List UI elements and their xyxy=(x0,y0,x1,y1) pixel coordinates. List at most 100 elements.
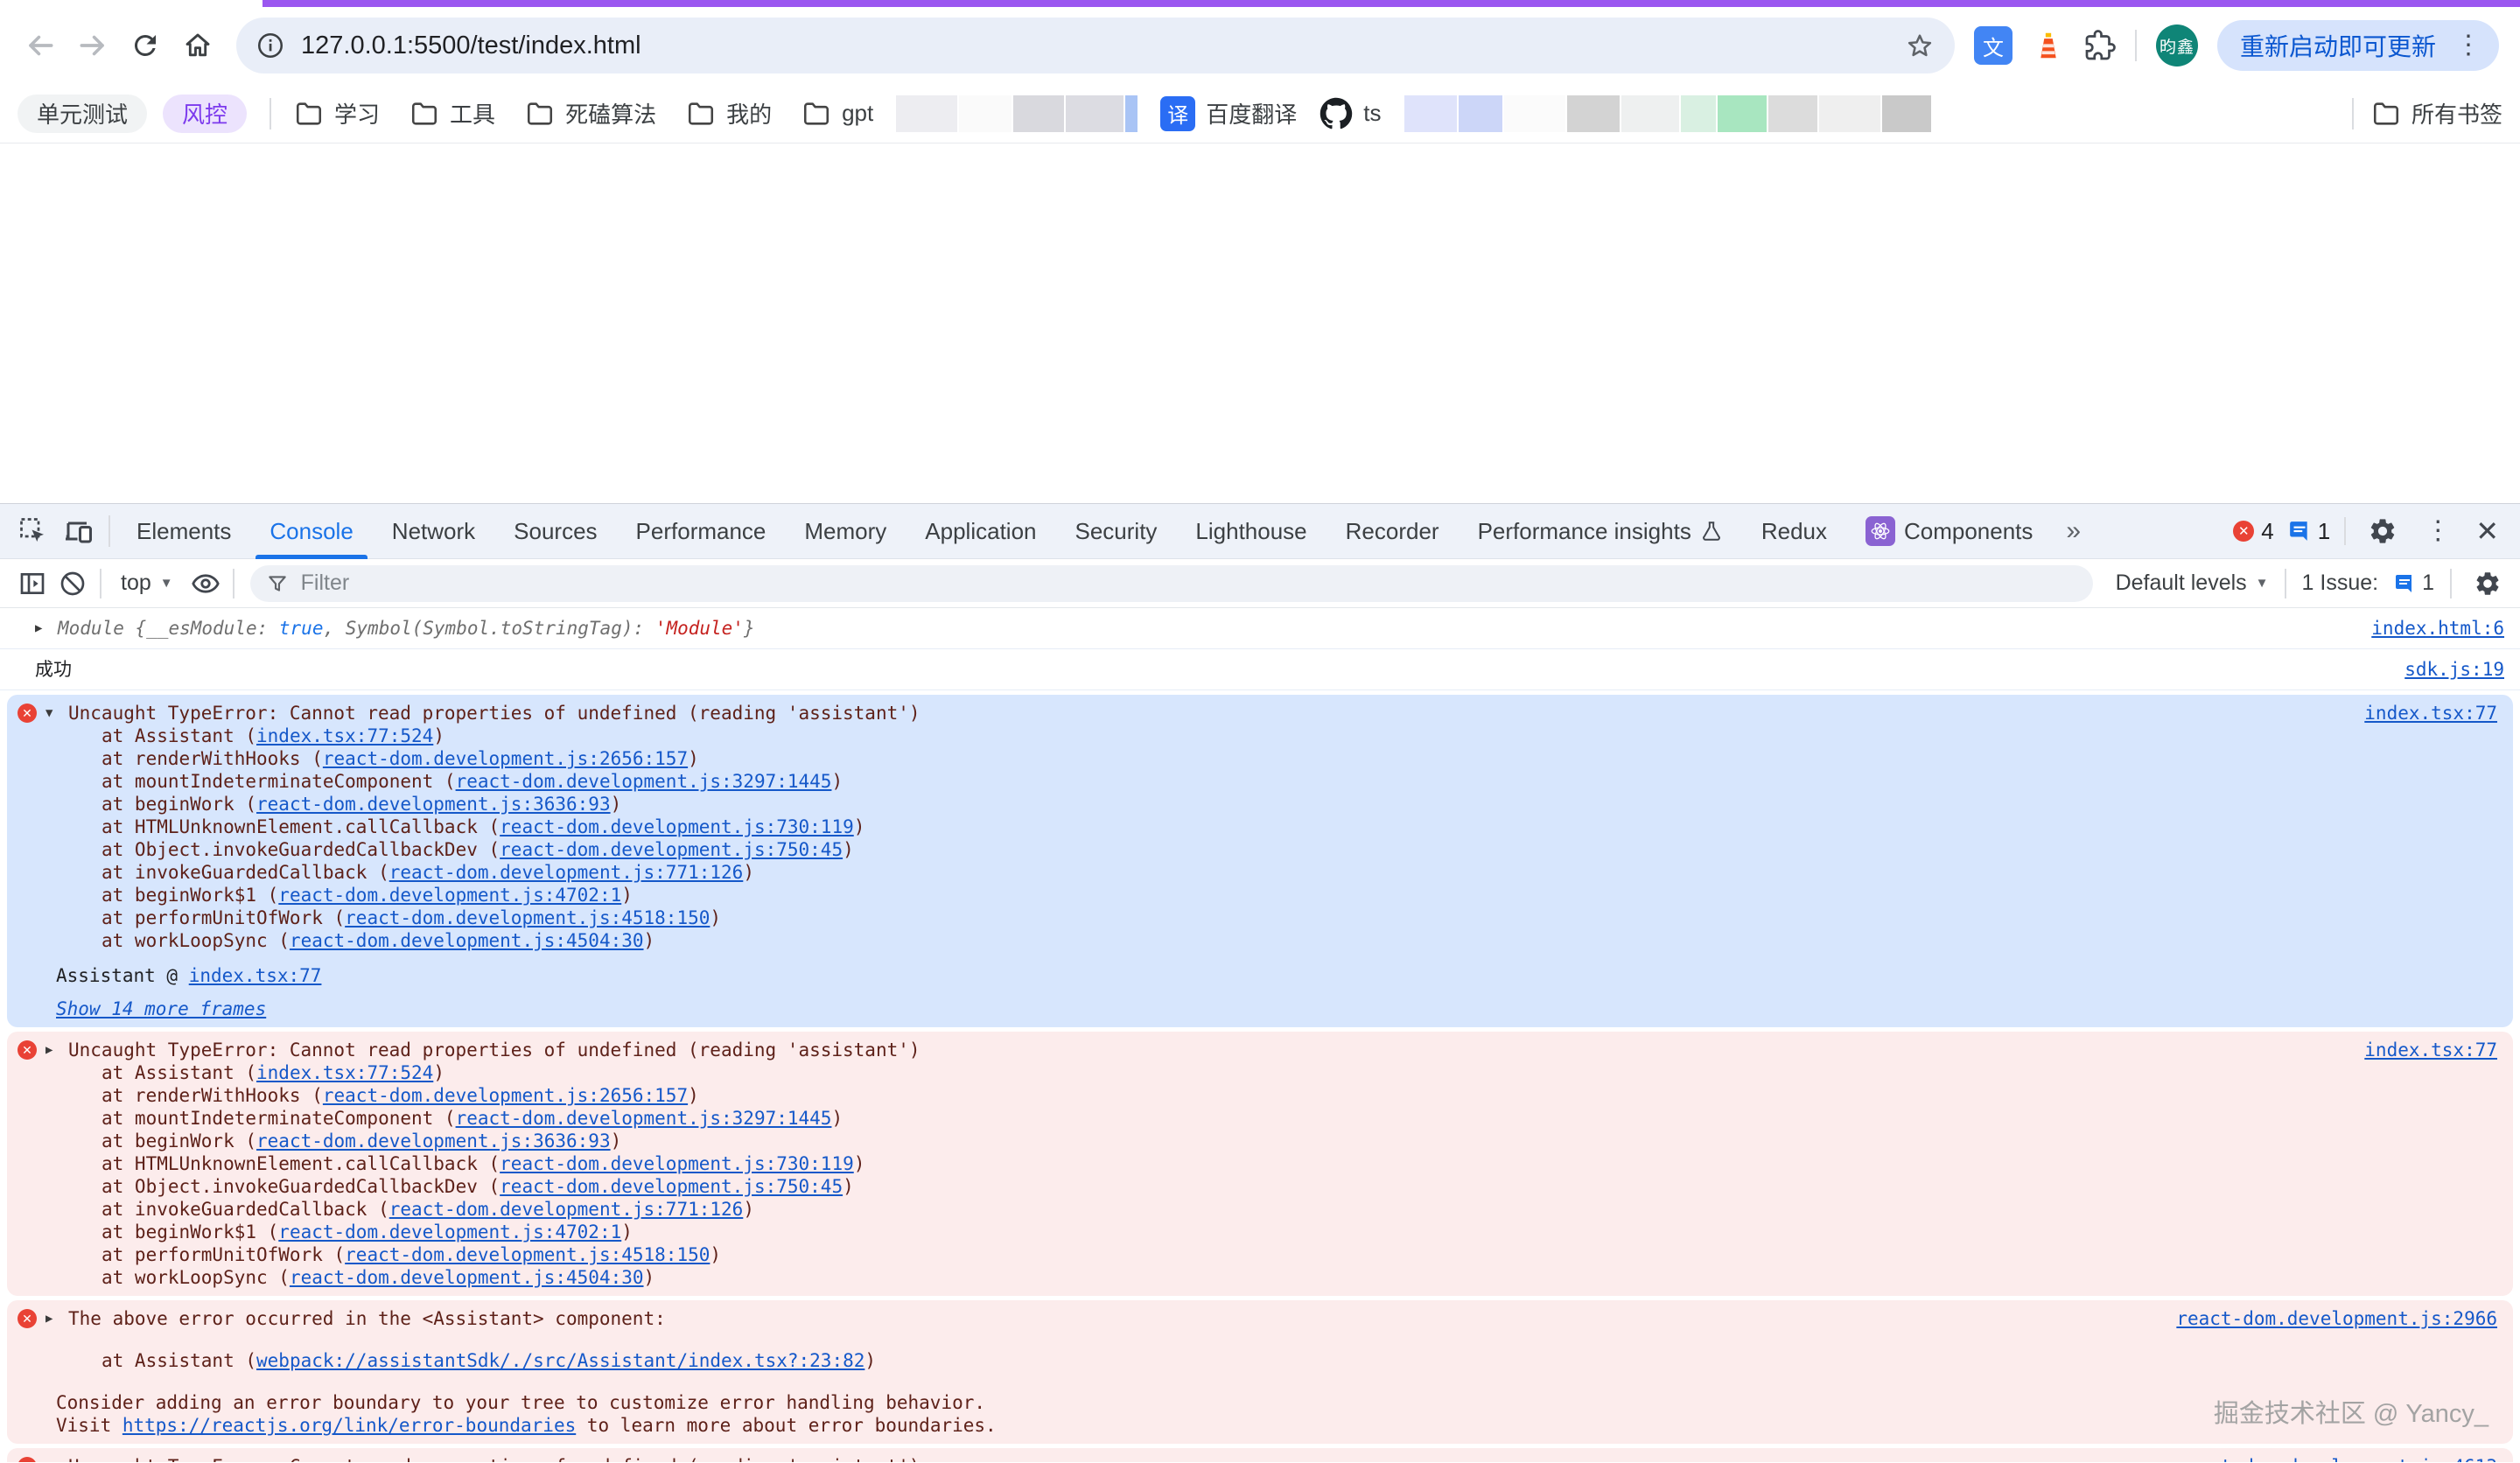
clear-console-icon[interactable] xyxy=(52,564,93,604)
stack-frame-link[interactable]: react-dom.development.js:3636:93 xyxy=(256,1130,611,1152)
console-message[interactable]: ▶Module {__esModule: true, Symbol(Symbol… xyxy=(0,608,2520,649)
console-settings-icon[interactable] xyxy=(2468,564,2508,604)
stack-frame-link[interactable]: react-dom.development.js:2656:157 xyxy=(323,748,688,769)
bookmark-folder-1[interactable]: 工具 xyxy=(410,97,495,130)
show-more-frames[interactable]: Show 14 more frames xyxy=(56,998,266,1019)
console-message[interactable]: ✕▶Uncaught TypeError: Cannot read proper… xyxy=(7,1448,2513,1462)
back-button[interactable] xyxy=(14,19,66,72)
tab-lighthouse[interactable]: Lighthouse xyxy=(1176,504,1326,559)
stack-frame-link[interactable]: react-dom.development.js:771:126 xyxy=(389,862,744,883)
issues-counter[interactable]: 1 xyxy=(2394,570,2434,596)
stack-frame-link[interactable]: react-dom.development.js:730:119 xyxy=(500,1153,854,1174)
stack-frame-link[interactable]: react-dom.development.js:4504:30 xyxy=(290,1267,644,1288)
site-info-icon[interactable] xyxy=(256,31,285,60)
devtools-menu-icon[interactable]: ⋮ xyxy=(2419,518,2456,544)
error-badge-icon: ✕ xyxy=(2233,521,2254,542)
source-link[interactable]: react-dom.development.js:2966 xyxy=(2141,1307,2497,1330)
flask-icon xyxy=(1700,518,1723,544)
stack-frame-link[interactable]: react-dom.development.js:4504:30 xyxy=(290,930,644,951)
device-toolbar-icon[interactable] xyxy=(56,508,102,554)
expand-caret[interactable]: ▶ xyxy=(35,617,58,640)
all-bookmarks-button[interactable]: 所有书签 xyxy=(2371,97,2502,130)
home-button[interactable] xyxy=(172,19,224,72)
tab-network[interactable]: Network xyxy=(373,504,494,559)
more-tabs-icon[interactable]: » xyxy=(2052,516,2095,546)
console-message[interactable]: ✕▶The above error occurred in the <Assis… xyxy=(7,1300,2513,1444)
error-count-badge[interactable]: ✕ 4 xyxy=(2233,518,2273,545)
bookmark-folder-4[interactable]: gpt xyxy=(802,97,873,130)
bookmark-pill-0[interactable]: 单元测试 xyxy=(18,94,147,133)
inspect-element-icon[interactable] xyxy=(10,508,56,554)
filter-input[interactable]: Filter xyxy=(250,565,2093,602)
stack-frame-link[interactable]: react-dom.development.js:2656:157 xyxy=(323,1085,688,1106)
stack-frame-link[interactable]: react-dom.development.js:750:45 xyxy=(500,1176,843,1197)
tab-application[interactable]: Application xyxy=(906,504,1055,559)
bookmark-pill-1[interactable]: 风控 xyxy=(163,94,247,133)
console-message[interactable]: ✕▼Uncaught TypeError: Cannot read proper… xyxy=(7,695,2513,1027)
tab-console[interactable]: Console xyxy=(250,504,372,559)
inline-link[interactable]: https://reactjs.org/link/error-boundarie… xyxy=(122,1415,576,1436)
translate-extension-icon[interactable]: 文 xyxy=(1974,26,2012,65)
expand-caret[interactable]: ▶ xyxy=(46,1455,68,1462)
live-expression-eye-icon[interactable] xyxy=(186,564,226,604)
stack-frame-link[interactable]: index.tsx:77:524 xyxy=(256,725,433,746)
stack-frame-link[interactable]: react-dom.development.js:4702:1 xyxy=(278,885,621,906)
bookmark-folder-3[interactable]: 我的 xyxy=(686,97,772,130)
tab-redux[interactable]: Redux xyxy=(1742,504,1846,559)
tab-performance[interactable]: Performance xyxy=(617,504,786,559)
stack-frame-link[interactable]: react-dom.development.js:4702:1 xyxy=(278,1222,621,1242)
bookmark-folder-0[interactable]: 学习 xyxy=(294,97,380,130)
stack-frame-link[interactable]: react-dom.development.js:750:45 xyxy=(500,839,843,860)
update-chrome-button[interactable]: 重新启动即可更新 ⋮ xyxy=(2217,20,2499,71)
stack-frame-link[interactable]: react-dom.development.js:3636:93 xyxy=(256,794,611,815)
bookmark-folder-2[interactable]: 死磕算法 xyxy=(525,97,656,130)
stack-frame: at mountIndeterminateComponent (react-do… xyxy=(18,770,2497,793)
bookmark-github-ts[interactable]: ts xyxy=(1320,97,1381,130)
bookmark-star-icon[interactable] xyxy=(1904,30,1936,61)
reload-button[interactable] xyxy=(119,19,172,72)
stack-frame-link[interactable]: react-dom.development.js:771:126 xyxy=(389,1199,744,1220)
stack-frame-link[interactable]: react-dom.development.js:3297:1445 xyxy=(456,1108,832,1129)
stack-frame-link[interactable]: react-dom.development.js:4518:150 xyxy=(345,907,710,928)
browser-menu-icon[interactable]: ⋮ xyxy=(2450,32,2487,59)
context-selector[interactable]: top ▼ xyxy=(108,570,186,596)
tab-sources[interactable]: Sources xyxy=(494,504,616,559)
tab-label: Lighthouse xyxy=(1195,518,1306,545)
forward-button[interactable] xyxy=(66,19,119,72)
tab-recorder[interactable]: Recorder xyxy=(1326,504,1459,559)
source-link[interactable]: index.tsx:77 xyxy=(2329,1039,2497,1061)
bookmark-baidu-translate[interactable]: 译 百度翻译 xyxy=(1160,96,1297,131)
console-sidebar-icon[interactable] xyxy=(12,564,52,604)
tab-security[interactable]: Security xyxy=(1056,504,1177,559)
stack-frame-link[interactable]: react-dom.development.js:4518:150 xyxy=(345,1244,710,1265)
tab-components[interactable]: Components xyxy=(1846,504,2052,559)
lighthouse-extension-icon[interactable] xyxy=(2032,29,2065,62)
stack-frame-link[interactable]: react-dom.development.js:730:119 xyxy=(500,816,854,837)
devtools-settings-icon[interactable] xyxy=(2360,508,2405,554)
devtools-close-icon[interactable]: ✕ xyxy=(2470,517,2504,545)
message-count-badge[interactable]: 1 xyxy=(2288,518,2330,545)
source-link[interactable]: sdk.js:19 xyxy=(2370,658,2504,681)
extensions-puzzle-icon[interactable] xyxy=(2084,30,2116,61)
log-levels-dropdown[interactable]: Default levels ▼ xyxy=(2116,570,2269,596)
tab-elements[interactable]: Elements xyxy=(117,504,250,559)
address-bar[interactable]: 127.0.0.1:5500/test/index.html xyxy=(236,18,1955,74)
stack-frame-link[interactable]: index.tsx:77:524 xyxy=(256,1062,433,1083)
url-text[interactable]: 127.0.0.1:5500/test/index.html xyxy=(301,32,1904,60)
profile-avatar[interactable]: 昀鑫 xyxy=(2156,24,2198,66)
expand-caret[interactable]: ▶ xyxy=(46,1307,68,1330)
origin-link[interactable]: index.tsx:77 xyxy=(189,965,322,986)
expand-caret[interactable]: ▼ xyxy=(46,702,68,724)
tab-memory[interactable]: Memory xyxy=(785,504,906,559)
console-message[interactable]: ✕▶Uncaught TypeError: Cannot read proper… xyxy=(7,1032,2513,1296)
source-link[interactable]: index.tsx:77 xyxy=(2329,702,2497,724)
stack-frame-link[interactable]: react-dom.development.js:3297:1445 xyxy=(456,771,832,792)
inline-link[interactable]: webpack://assistantSdk/./src/Assistant/i… xyxy=(256,1350,864,1371)
source-link[interactable]: react-dom.development.js:4613 xyxy=(2141,1455,2497,1462)
message-text: Uncaught TypeError: Cannot read properti… xyxy=(68,702,2329,724)
source-link[interactable]: index.html:6 xyxy=(2336,617,2504,640)
expand-caret[interactable]: ▶ xyxy=(46,1039,68,1061)
tab-performance-insights[interactable]: Performance insights xyxy=(1459,504,1742,559)
console-message[interactable]: 成功sdk.js:19 xyxy=(0,649,2520,690)
stack-frame: at performUnitOfWork (react-dom.developm… xyxy=(18,1243,2497,1266)
